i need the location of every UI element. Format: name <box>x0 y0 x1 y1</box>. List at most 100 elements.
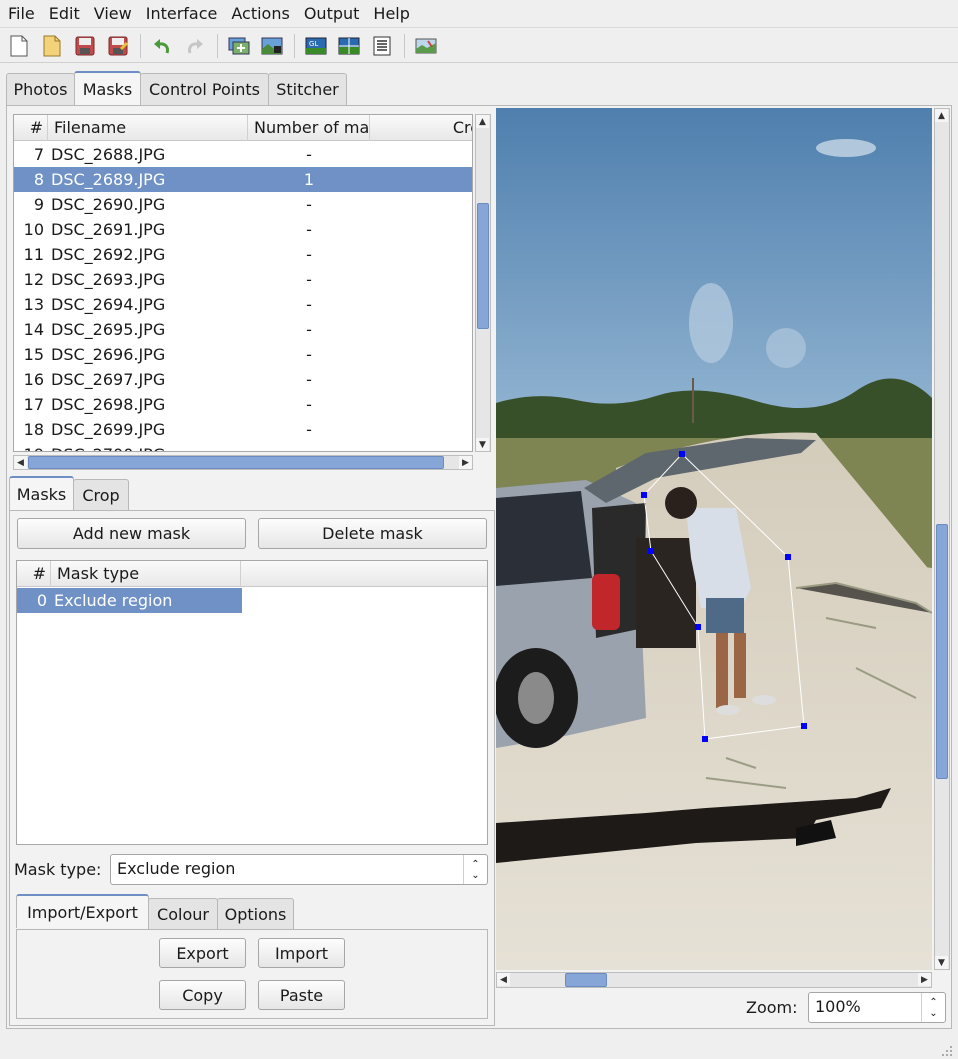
scroll-left-icon[interactable]: ◀ <box>497 973 510 986</box>
menu-output[interactable]: Output <box>300 0 364 28</box>
row-filename: DSC_2689.JPG <box>51 170 166 189</box>
tab-options[interactable]: Options <box>217 898 294 930</box>
align-images-icon[interactable] <box>259 33 285 59</box>
row-mask-count: 1 <box>303 170 315 189</box>
row-filename: DSC_2694.JPG <box>51 295 166 314</box>
scroll-down-icon[interactable]: ▼ <box>476 438 489 451</box>
mask-type-select[interactable]: Exclude region ⌃ ⌄ <box>110 854 488 885</box>
mask-type-label: Mask type: <box>14 860 102 879</box>
image-table-row[interactable]: 12 DSC_2693.JPG - <box>14 267 472 292</box>
copy-button[interactable]: Copy <box>159 980 246 1010</box>
col-number-of-masks[interactable]: Number of ma <box>248 115 370 141</box>
subtab-crop[interactable]: Crop <box>73 479 129 511</box>
add-mask-button[interactable]: Add new mask <box>17 518 246 549</box>
row-mask-count: - <box>306 345 312 364</box>
image-table-row[interactable]: 9 DSC_2690.JPG - <box>14 192 472 217</box>
scroll-down-icon[interactable]: ▼ <box>935 956 948 969</box>
col-mask-type[interactable]: Mask type <box>51 561 241 587</box>
mask-editor-image[interactable] <box>496 108 932 970</box>
scroll-left-icon[interactable]: ◀ <box>14 456 27 469</box>
col-mask-number[interactable]: # <box>17 561 51 587</box>
menu-file[interactable]: File <box>4 0 39 28</box>
preview-icon[interactable] <box>336 33 362 59</box>
image-table-row[interactable]: 10 DSC_2691.JPG - <box>14 217 472 242</box>
size-grip-icon[interactable] <box>940 1043 954 1057</box>
control-points-table-icon[interactable] <box>369 33 395 59</box>
add-images-icon[interactable] <box>226 33 252 59</box>
panorama-photo <box>496 108 932 970</box>
import-button[interactable]: Import <box>258 938 345 968</box>
toolbar: GL <box>0 29 958 63</box>
tab-control-points[interactable]: Control Points <box>140 73 269 105</box>
subtab-masks[interactable]: Masks <box>9 476 74 510</box>
col-crop[interactable]: Cro <box>370 115 472 141</box>
col-filename[interactable]: Filename <box>48 115 248 141</box>
zoom-select[interactable]: 100% ⌃ ⌄ <box>808 992 946 1023</box>
undo-icon[interactable] <box>149 33 175 59</box>
scroll-up-icon[interactable]: ▲ <box>476 115 489 128</box>
tab-colour-label: Colour <box>157 905 209 924</box>
images-horizontal-scroll-thumb[interactable] <box>28 456 444 469</box>
image-table-row[interactable]: 19 DSC_2700.JPG <box>14 442 472 451</box>
menu-actions[interactable]: Actions <box>227 0 293 28</box>
toolbar-separator <box>404 33 405 58</box>
row-mask-count: - <box>306 420 312 439</box>
export-button[interactable]: Export <box>159 938 246 968</box>
tab-stitcher[interactable]: Stitcher <box>268 73 347 105</box>
new-project-icon[interactable] <box>6 33 32 59</box>
menu-edit[interactable]: Edit <box>45 0 84 28</box>
row-number: 19 <box>14 442 44 451</box>
image-table-row[interactable]: 11 DSC_2692.JPG - <box>14 242 472 267</box>
save-as-icon[interactable] <box>105 33 131 59</box>
image-table-row[interactable]: 17 DSC_2698.JPG - <box>14 392 472 417</box>
scroll-right-icon[interactable]: ▶ <box>459 456 472 469</box>
col-number[interactable]: # <box>14 115 48 141</box>
row-number: 12 <box>23 270 44 289</box>
open-project-icon[interactable] <box>39 33 65 59</box>
image-vertical-scrollbar[interactable]: ▲ ▼ <box>934 108 950 970</box>
paste-button[interactable]: Paste <box>258 980 345 1010</box>
save-icon[interactable] <box>72 33 98 59</box>
image-table-row[interactable]: 14 DSC_2695.JPG - <box>14 317 472 342</box>
zoom-label: Zoom: <box>746 998 798 1017</box>
menu-interface[interactable]: Interface <box>142 0 222 28</box>
tab-photos[interactable]: Photos <box>6 73 75 105</box>
images-vertical-scroll-thumb[interactable] <box>477 203 489 329</box>
gui-mode-icon[interactable] <box>413 33 439 59</box>
row-mask-count: - <box>306 220 312 239</box>
scroll-right-icon[interactable]: ▶ <box>918 973 931 986</box>
image-table-row[interactable]: 18 DSC_2699.JPG - <box>14 417 472 442</box>
image-table-row[interactable]: 15 DSC_2696.JPG - <box>14 342 472 367</box>
row-mask-count: - <box>306 370 312 389</box>
row-number: 7 <box>33 145 44 164</box>
images-horizontal-scrollbar[interactable]: ◀ ▶ <box>13 455 473 470</box>
image-horizontal-scroll-thumb[interactable] <box>565 973 607 987</box>
menu-help[interactable]: Help <box>369 0 413 28</box>
zoom-value: 100% <box>815 997 861 1016</box>
mask-type-value: Exclude region <box>117 859 236 878</box>
row-number: 9 <box>33 195 44 214</box>
row-mask-count: - <box>306 270 312 289</box>
images-vertical-scrollbar[interactable]: ▲ ▼ <box>475 114 491 452</box>
mask-row[interactable]: 0 Exclude region <box>17 588 242 613</box>
menubar: File Edit View Interface Actions Output … <box>0 0 958 28</box>
image-table-row[interactable]: 8 DSC_2689.JPG 1 <box>14 167 472 192</box>
image-table-row[interactable]: 7 DSC_2688.JPG - <box>14 142 472 167</box>
tab-masks[interactable]: Masks <box>74 71 141 105</box>
row-mask-count: - <box>306 245 312 264</box>
redo-icon[interactable] <box>182 33 208 59</box>
menu-view[interactable]: View <box>90 0 136 28</box>
row-mask-count: - <box>306 320 312 339</box>
images-table-header: # Filename Number of ma Cro <box>14 115 472 141</box>
tab-import-export[interactable]: Import/Export <box>16 894 149 928</box>
scroll-up-icon[interactable]: ▲ <box>935 109 948 122</box>
tab-import-export-label: Import/Export <box>27 902 138 922</box>
fast-preview-icon[interactable]: GL <box>303 33 329 59</box>
import-export-panel <box>16 929 488 1019</box>
tab-colour[interactable]: Colour <box>148 898 218 930</box>
image-table-row[interactable]: 16 DSC_2697.JPG - <box>14 367 472 392</box>
image-vertical-scroll-thumb[interactable] <box>936 524 948 779</box>
image-horizontal-scrollbar[interactable]: ◀ ▶ <box>496 972 932 988</box>
image-table-row[interactable]: 13 DSC_2694.JPG - <box>14 292 472 317</box>
delete-mask-button[interactable]: Delete mask <box>258 518 487 549</box>
